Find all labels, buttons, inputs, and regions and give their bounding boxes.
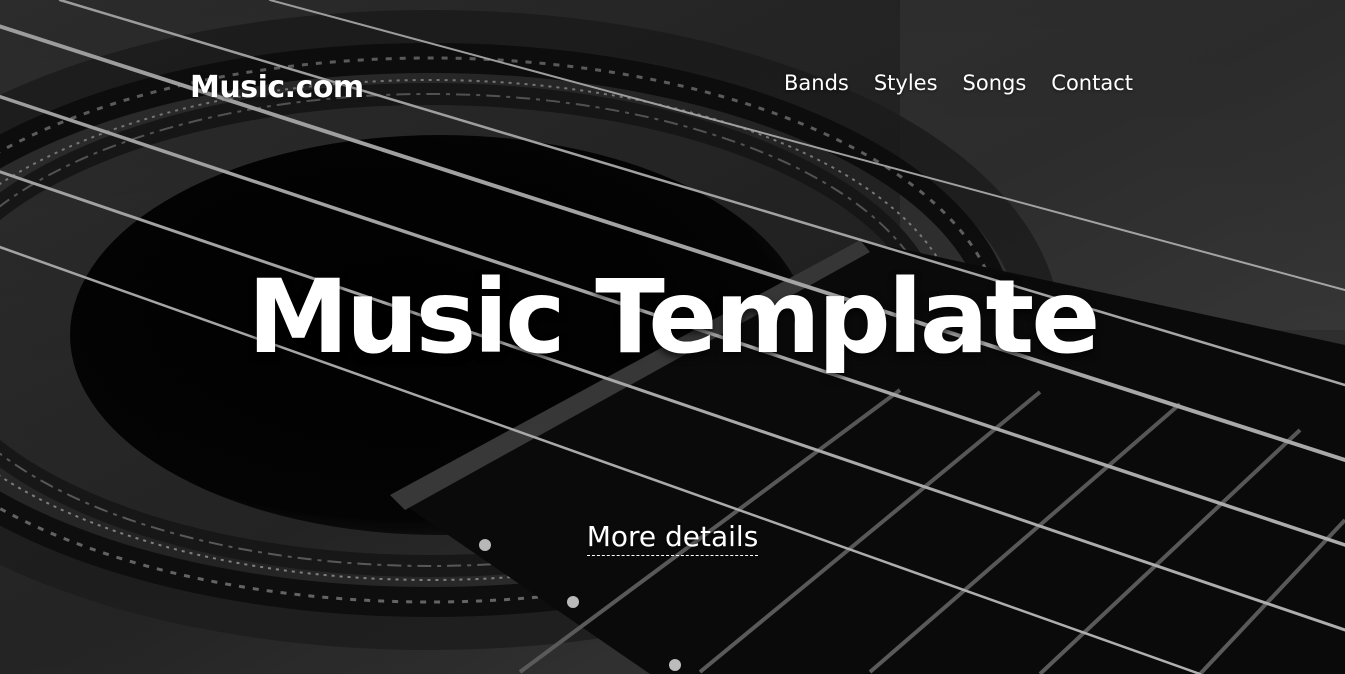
hero-section: Music.com Bands Styles Songs Contact Mus… bbox=[0, 0, 1345, 674]
main-nav: Bands Styles Songs Contact bbox=[784, 71, 1133, 95]
site-logo[interactable]: Music.com bbox=[190, 70, 364, 105]
nav-link-songs[interactable]: Songs bbox=[963, 71, 1027, 95]
cta-wrapper: More details bbox=[0, 520, 1345, 556]
nav-link-bands[interactable]: Bands bbox=[784, 71, 849, 95]
more-details-link[interactable]: More details bbox=[586, 520, 759, 556]
nav-link-styles[interactable]: Styles bbox=[874, 71, 938, 95]
site-header: Music.com Bands Styles Songs Contact bbox=[0, 0, 1345, 180]
nav-link-contact[interactable]: Contact bbox=[1051, 71, 1133, 95]
hero-title: Music Template bbox=[247, 258, 1100, 377]
